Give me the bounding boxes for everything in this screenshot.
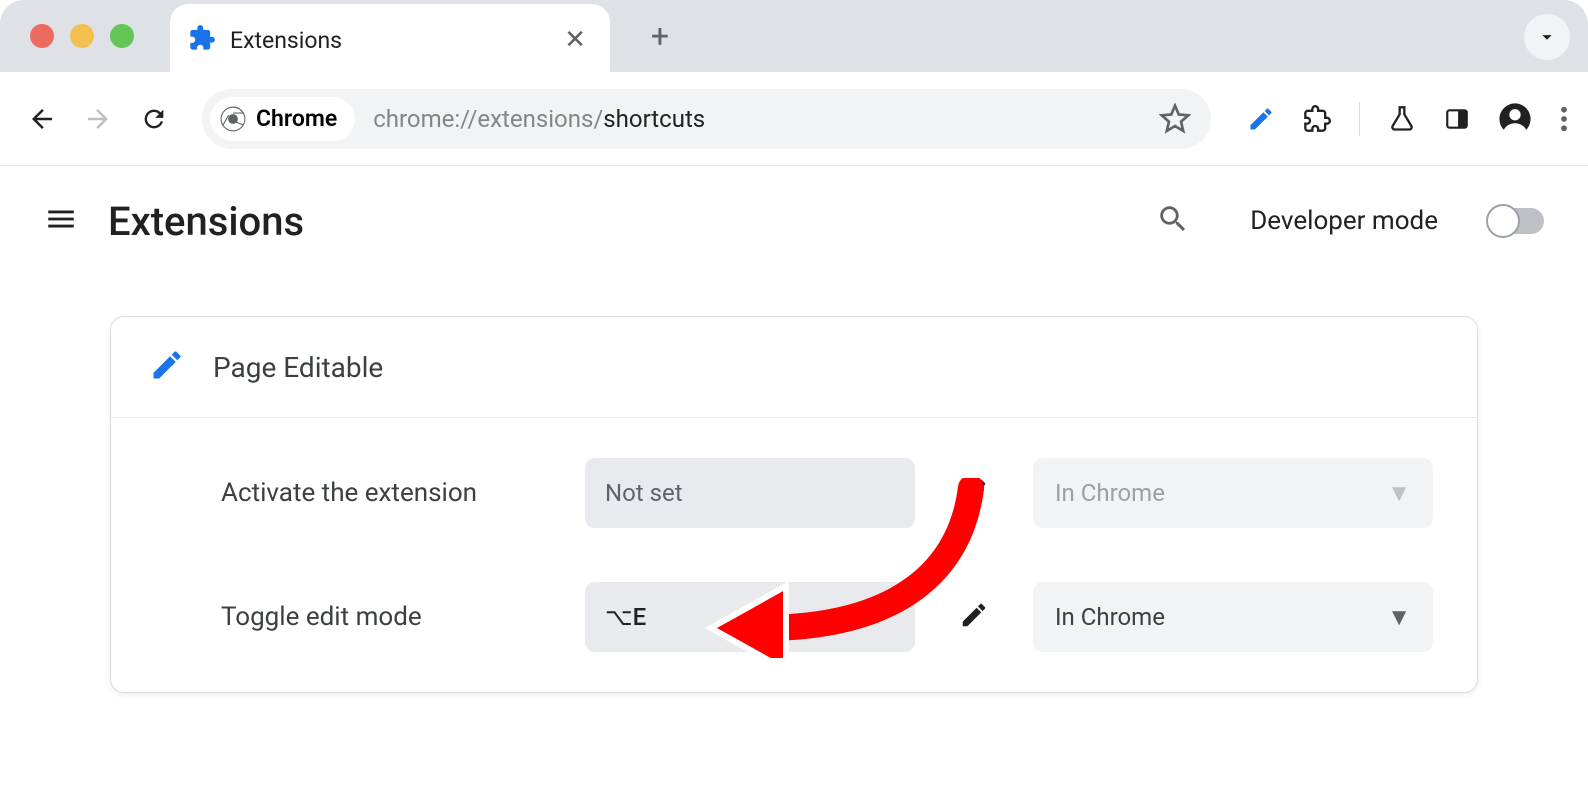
forward-button[interactable] xyxy=(76,97,120,141)
profile-icon[interactable] xyxy=(1498,102,1532,136)
labs-icon[interactable] xyxy=(1388,105,1416,133)
scope-value: In Chrome xyxy=(1055,603,1165,631)
tab-bar: Extensions ✕ + xyxy=(0,0,1588,72)
extensions-icon[interactable] xyxy=(1303,105,1331,133)
page-header: Extensions Developer mode xyxy=(0,166,1588,276)
back-button[interactable] xyxy=(20,97,64,141)
card-header: Page Editable xyxy=(111,317,1477,418)
chrome-badge-label: Chrome xyxy=(256,105,337,132)
edit-shortcut-icon[interactable] xyxy=(959,600,989,634)
card-body: Activate the extension Not set In Chrome… xyxy=(111,418,1477,692)
menu-icon[interactable] xyxy=(44,202,78,240)
page-title: Extensions xyxy=(108,198,1126,245)
minimize-window-button[interactable] xyxy=(70,24,94,48)
kebab-menu-icon[interactable] xyxy=(1560,105,1568,133)
address-bar[interactable]: Chrome chrome://extensions/shortcuts xyxy=(202,89,1211,149)
tab-overflow-button[interactable] xyxy=(1524,14,1570,60)
shortcut-label: Activate the extension xyxy=(221,478,561,508)
content-area: Page Editable Activate the extension Not… xyxy=(0,276,1588,693)
shortcut-label: Toggle edit mode xyxy=(221,602,561,632)
scope-value: In Chrome xyxy=(1055,479,1165,507)
pencil-extension-icon[interactable] xyxy=(1247,105,1275,133)
toolbar: Chrome chrome://extensions/shortcuts xyxy=(0,72,1588,166)
browser-window: Extensions ✕ + Chrome xyxy=(0,0,1588,786)
maximize-window-button[interactable] xyxy=(110,24,134,48)
close-tab-button[interactable]: ✕ xyxy=(564,25,586,55)
scope-select[interactable]: In Chrome ▼ xyxy=(1033,582,1433,652)
traffic-lights xyxy=(30,24,134,48)
tab-title: Extensions xyxy=(230,27,550,54)
toolbar-actions xyxy=(1247,102,1568,136)
chevron-down-icon: ▼ xyxy=(1387,603,1411,632)
new-tab-button[interactable]: + xyxy=(640,17,680,55)
reload-button[interactable] xyxy=(132,97,176,141)
developer-mode-toggle[interactable] xyxy=(1490,208,1544,234)
chrome-icon xyxy=(220,106,246,132)
browser-tab[interactable]: Extensions ✕ xyxy=(170,4,610,76)
chrome-origin-badge: Chrome xyxy=(210,97,355,141)
extension-icon xyxy=(188,24,216,56)
sidepanel-icon[interactable] xyxy=(1444,106,1470,132)
bookmark-star-icon[interactable] xyxy=(1159,103,1191,135)
scope-select[interactable]: In Chrome ▼ xyxy=(1033,458,1433,528)
shortcut-row: Activate the extension Not set In Chrome… xyxy=(221,458,1439,528)
developer-mode-label: Developer mode xyxy=(1250,206,1438,236)
search-icon[interactable] xyxy=(1156,202,1190,240)
pencil-icon xyxy=(149,347,185,387)
toolbar-separator xyxy=(1359,102,1360,136)
shortcut-input[interactable]: ⌥E xyxy=(585,582,915,652)
edit-shortcut-icon[interactable] xyxy=(959,476,989,510)
shortcut-input[interactable]: Not set xyxy=(585,458,915,528)
close-window-button[interactable] xyxy=(30,24,54,48)
chevron-down-icon: ▼ xyxy=(1387,479,1411,508)
extension-card: Page Editable Activate the extension Not… xyxy=(110,316,1478,693)
shortcut-row: Toggle edit mode ⌥E In Chrome ▼ xyxy=(221,582,1439,652)
extension-name: Page Editable xyxy=(213,351,383,384)
url-text: chrome://extensions/shortcuts xyxy=(373,105,1159,133)
